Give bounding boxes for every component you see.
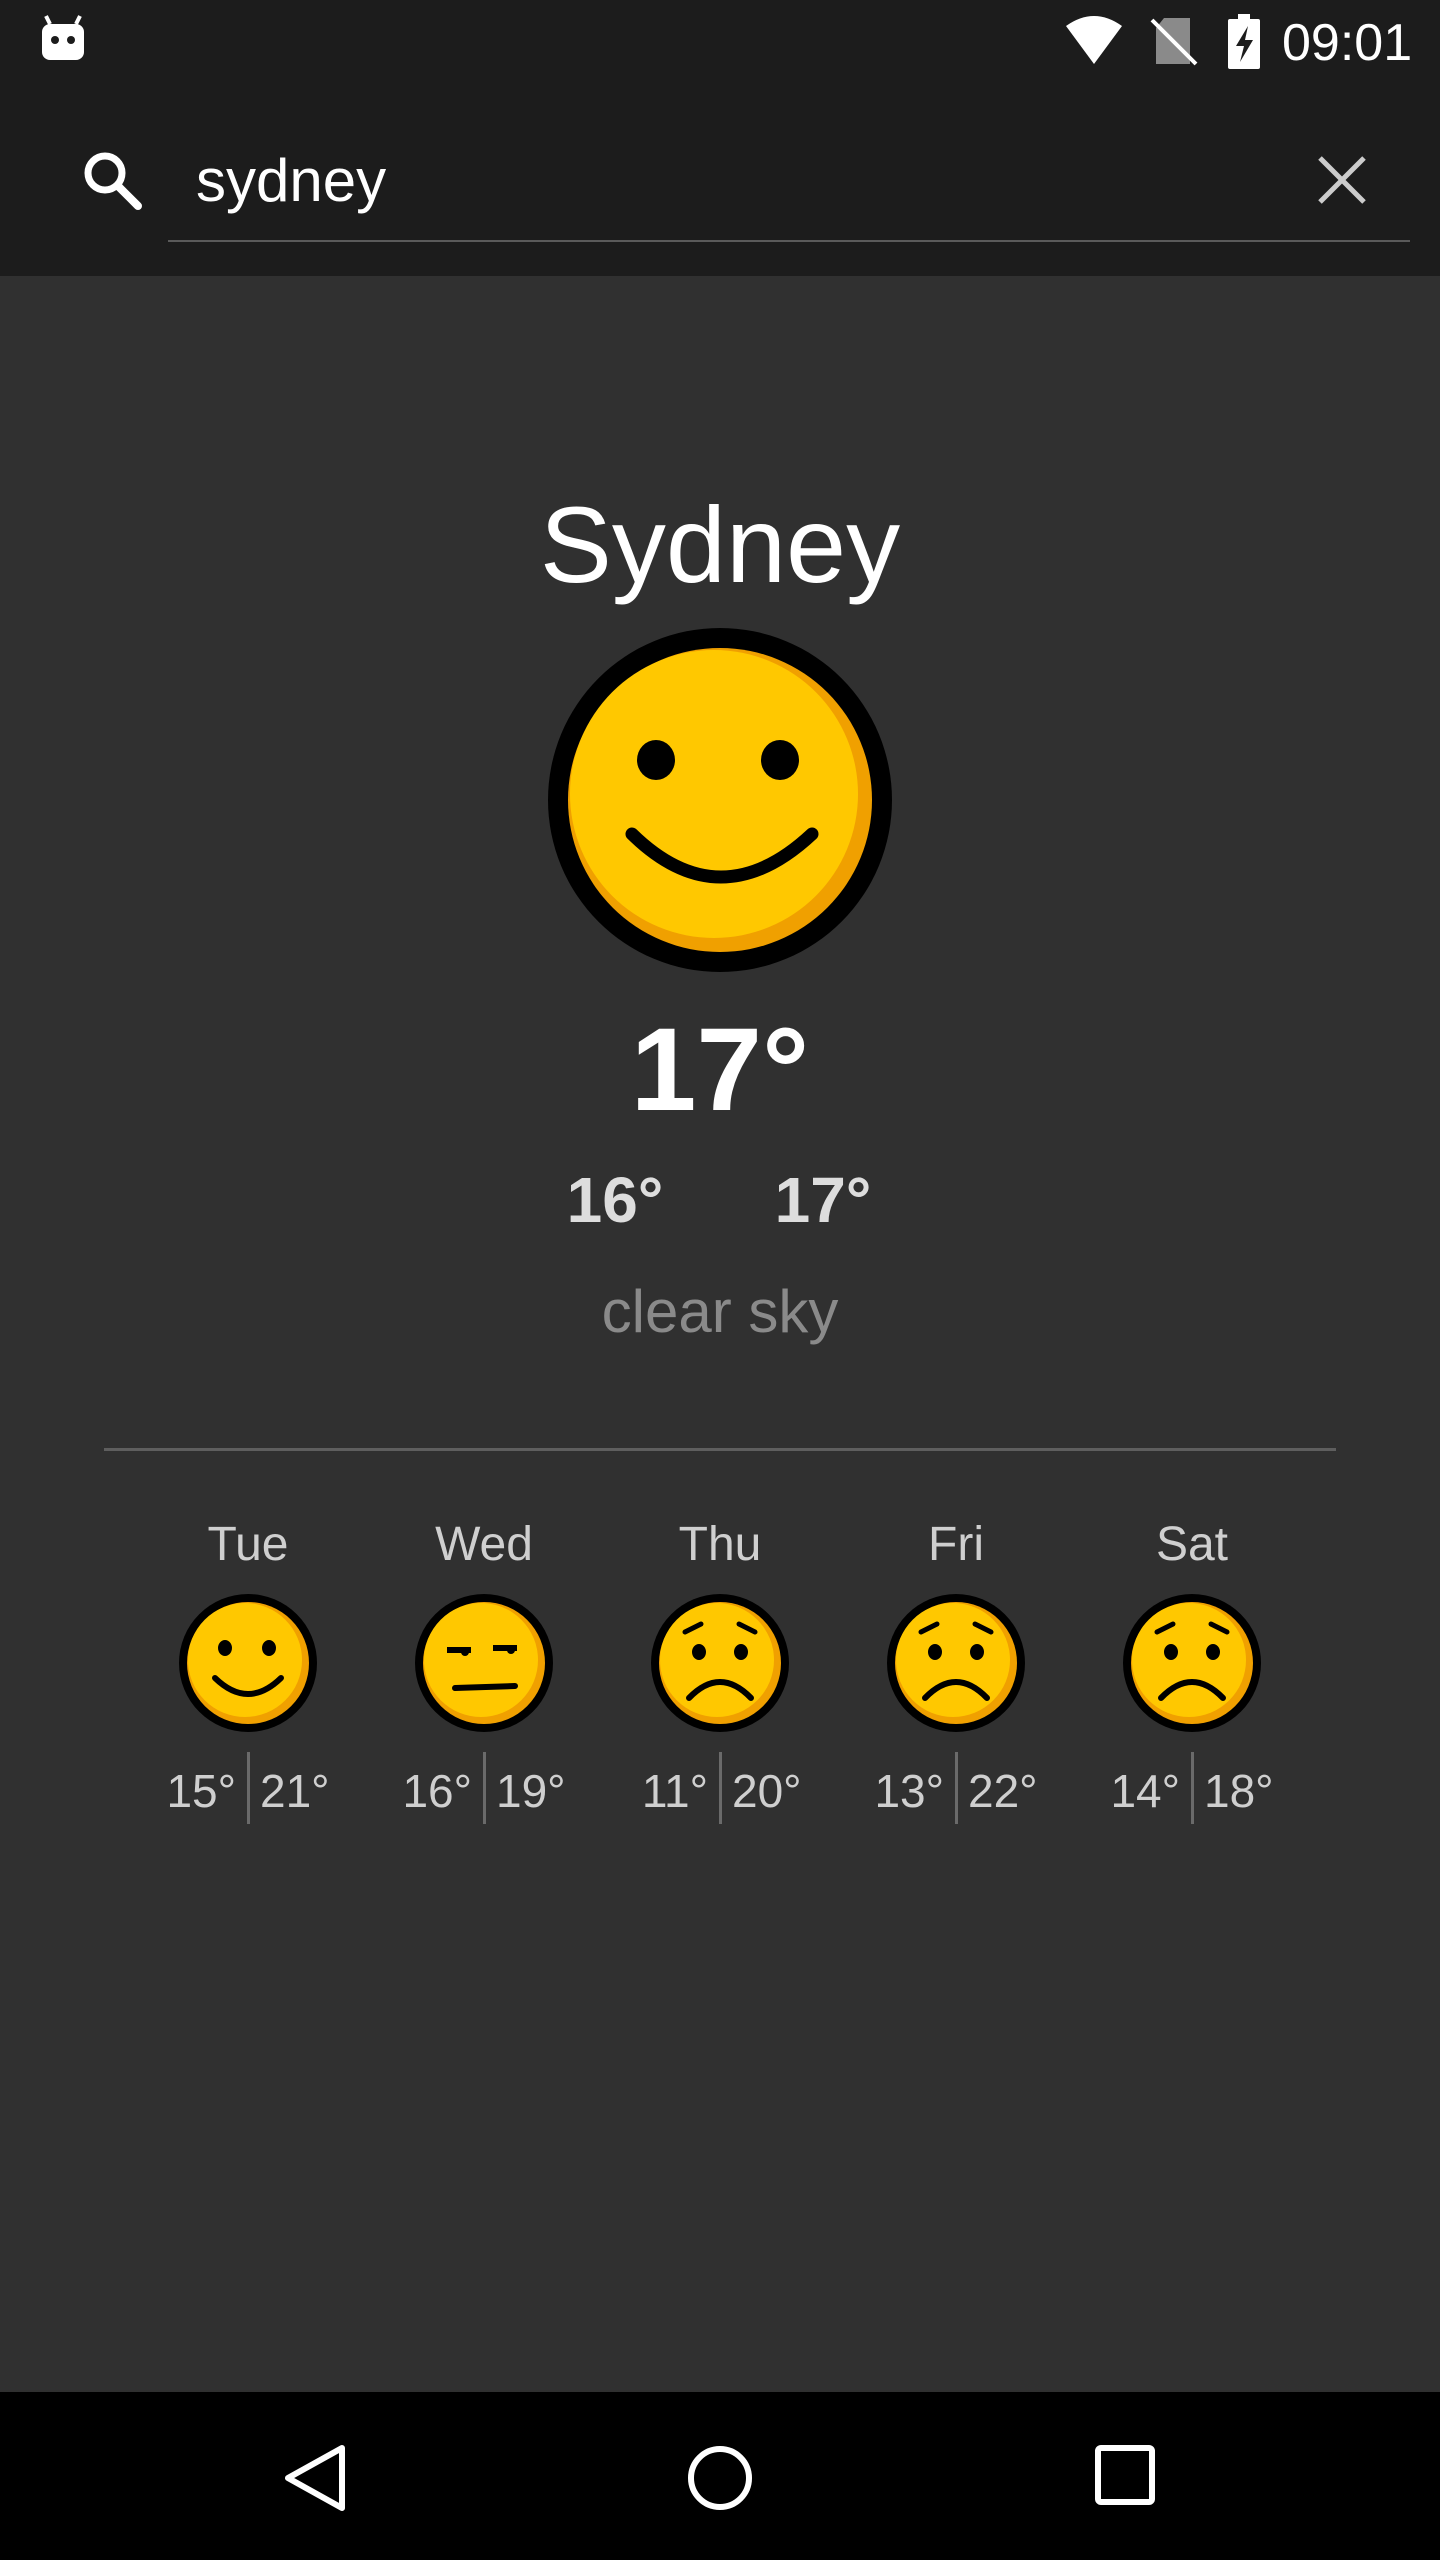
close-icon[interactable] bbox=[1310, 148, 1374, 212]
forecast-day-label: Wed bbox=[435, 1518, 533, 1571]
forecast-day: Wed 16° 19° bbox=[366, 1510, 602, 1826]
temp-separator bbox=[483, 1752, 486, 1824]
sad-face-icon bbox=[1123, 1594, 1261, 1732]
forecast-day-label: Sat bbox=[1155, 1518, 1229, 1571]
back-icon[interactable] bbox=[280, 2442, 348, 2514]
status-clock: 09:01 bbox=[1282, 14, 1413, 72]
forecast-min: 15° bbox=[166, 1765, 236, 1817]
max-temperature: 17° bbox=[774, 1164, 872, 1236]
search-underline bbox=[168, 240, 1410, 242]
forecast-min: 11° bbox=[641, 1765, 708, 1817]
forecast-day-label: Tue bbox=[207, 1518, 289, 1571]
divider bbox=[104, 1448, 1336, 1451]
wifi-icon bbox=[1066, 16, 1122, 64]
temp-separator bbox=[719, 1752, 722, 1824]
android-app-icon bbox=[42, 15, 84, 60]
forecast-day: Thu 11° 20° bbox=[602, 1510, 838, 1826]
search-input[interactable] bbox=[196, 134, 1236, 226]
min-temperature: 16° bbox=[566, 1164, 664, 1236]
forecast-day: Sat 14° 18° bbox=[1074, 1510, 1310, 1826]
forecast-max: 21° bbox=[260, 1765, 330, 1817]
forecast-day: Fri 13° 22° bbox=[838, 1510, 1074, 1826]
sad-face-icon bbox=[651, 1594, 789, 1732]
forecast-max: 18° bbox=[1204, 1765, 1274, 1817]
temp-separator bbox=[1191, 1752, 1194, 1824]
forecast-min: 14° bbox=[1110, 1765, 1180, 1817]
unamused-face-icon bbox=[415, 1594, 553, 1732]
forecast-max: 20° bbox=[732, 1765, 802, 1817]
forecast-min: 13° bbox=[874, 1765, 944, 1817]
city-name: Sydney bbox=[539, 484, 901, 605]
happy-face-icon bbox=[548, 628, 892, 972]
recents-icon[interactable] bbox=[1094, 2444, 1156, 2506]
forecast-min: 16° bbox=[402, 1765, 472, 1817]
home-icon[interactable] bbox=[686, 2444, 754, 2512]
temp-separator bbox=[247, 1752, 250, 1824]
temp-separator bbox=[955, 1752, 958, 1824]
status-bar bbox=[0, 0, 1440, 84]
no-sim-icon bbox=[1150, 18, 1198, 66]
forecast-day-label: Thu bbox=[678, 1518, 762, 1571]
search-icon[interactable] bbox=[80, 148, 144, 212]
forecast-max: 19° bbox=[496, 1765, 566, 1817]
forecast-max: 22° bbox=[968, 1765, 1038, 1817]
forecast-day: Tue 15° 21° bbox=[130, 1510, 366, 1826]
battery-charging-icon bbox=[1228, 14, 1260, 69]
sad-face-icon bbox=[887, 1594, 1025, 1732]
weather-description: clear sky bbox=[601, 1278, 839, 1345]
forecast-day-label: Fri bbox=[928, 1518, 984, 1571]
happy-face-icon bbox=[179, 1594, 317, 1732]
current-temperature: 17° bbox=[630, 1004, 810, 1136]
